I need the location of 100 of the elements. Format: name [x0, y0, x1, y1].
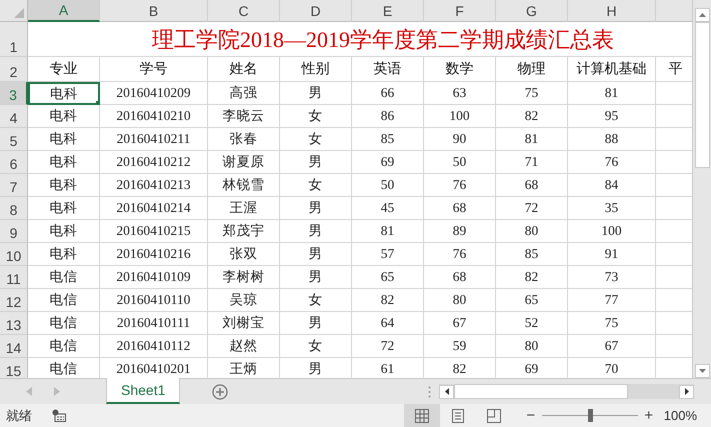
- table-cell: 82: [352, 289, 424, 312]
- scroll-left-button[interactable]: [439, 384, 454, 398]
- table-cell: 电信: [28, 335, 100, 358]
- row-header[interactable]: 2: [0, 57, 28, 82]
- column-heading: 学号: [100, 57, 208, 82]
- table-cell: 女: [280, 289, 352, 312]
- sheet-tab[interactable]: Sheet1: [106, 378, 180, 404]
- table-cell: 90: [424, 128, 496, 151]
- table-cell: 75: [496, 82, 568, 105]
- table-cell: 20160410212: [100, 151, 208, 174]
- row-header[interactable]: 8: [0, 197, 28, 220]
- zoom-slider-thumb[interactable]: [588, 409, 593, 422]
- table-cell: 男: [280, 82, 352, 105]
- column-header[interactable]: E: [352, 0, 424, 22]
- scroll-right-button[interactable]: [679, 384, 694, 398]
- left-triangle-icon: [444, 388, 448, 395]
- row-header[interactable]: 7: [0, 174, 28, 197]
- table-cell: 王渥: [208, 197, 280, 220]
- zoom-level[interactable]: 100%: [664, 408, 697, 423]
- scrollbar-thumb[interactable]: [694, 22, 710, 168]
- table-cell: 65: [352, 266, 424, 289]
- table-cell: 85: [496, 243, 568, 266]
- row-header[interactable]: 5: [0, 128, 28, 151]
- table-cell: 女: [280, 174, 352, 197]
- scroll-up-button[interactable]: [694, 8, 710, 22]
- table-cell: 电科: [28, 174, 100, 197]
- column-heading: 专业: [28, 57, 100, 82]
- table-cell: 81: [496, 128, 568, 151]
- table-cell: 75: [568, 312, 656, 335]
- table-cell: 76: [424, 243, 496, 266]
- table-cell: 20160410215: [100, 220, 208, 243]
- row-header[interactable]: 12: [0, 289, 28, 312]
- table-cell: 男: [280, 312, 352, 335]
- table-cell: 20160410216: [100, 243, 208, 266]
- table-cell: 57: [352, 243, 424, 266]
- table-cell: 80: [496, 335, 568, 358]
- column-heading: 计算机基础: [568, 57, 656, 82]
- table-cell: 男: [280, 220, 352, 243]
- table-cell: 电科: [28, 197, 100, 220]
- table-cell: 88: [568, 128, 656, 151]
- zoom-in-button[interactable]: +: [642, 404, 656, 427]
- row-header[interactable]: 11: [0, 266, 28, 289]
- scroll-down-button[interactable]: [694, 364, 710, 378]
- table-cell: 女: [280, 335, 352, 358]
- table-cell: 84: [568, 174, 656, 197]
- layout-view-icon: [450, 408, 466, 424]
- table-cell: 电科: [28, 82, 100, 105]
- right-triangle-icon: [684, 388, 688, 395]
- table-cell: 刘榭宝: [208, 312, 280, 335]
- row-header[interactable]: 14: [0, 335, 28, 358]
- table-cell: 91: [568, 243, 656, 266]
- row-header[interactable]: 15: [0, 358, 28, 378]
- table-cell: 69: [352, 151, 424, 174]
- table-cell: 82: [496, 105, 568, 128]
- column-heading: 性别: [280, 57, 352, 82]
- row-header[interactable]: 3: [0, 82, 28, 105]
- table-cell: 86: [352, 105, 424, 128]
- column-heading: 数学: [424, 57, 496, 82]
- row-header[interactable]: 9: [0, 220, 28, 243]
- column-header[interactable]: G: [496, 0, 568, 22]
- table-cell: 50: [352, 174, 424, 197]
- table-cell: 89: [424, 220, 496, 243]
- zoom-out-button[interactable]: −: [524, 404, 538, 427]
- table-cell: 67: [424, 312, 496, 335]
- row-header[interactable]: 13: [0, 312, 28, 335]
- table-cell: 81: [568, 82, 656, 105]
- normal-view-button[interactable]: [404, 404, 440, 427]
- table-cell: 张春: [208, 128, 280, 151]
- column-header[interactable]: A: [28, 0, 100, 22]
- table-cell: 李晓云: [208, 105, 280, 128]
- column-header[interactable]: D: [280, 0, 352, 22]
- add-sheet-icon[interactable]: [212, 384, 228, 400]
- table-cell: 68: [496, 174, 568, 197]
- macro-record-icon[interactable]: [52, 409, 66, 422]
- column-header[interactable]: C: [208, 0, 280, 22]
- table-cell: 59: [424, 335, 496, 358]
- column-header[interactable]: B: [100, 0, 208, 22]
- table-cell: 73: [568, 266, 656, 289]
- table-cell: 郑茂宇: [208, 220, 280, 243]
- table-cell: 电科: [28, 128, 100, 151]
- table-cell: 20160410110: [100, 289, 208, 312]
- row-header[interactable]: 6: [0, 151, 28, 174]
- column-header[interactable]: F: [424, 0, 496, 22]
- table-cell: 电科: [28, 220, 100, 243]
- column-header[interactable]: H: [568, 0, 656, 22]
- splitter-icon[interactable]: [428, 386, 431, 398]
- table-cell: 女: [280, 128, 352, 151]
- row-header[interactable]: 4: [0, 105, 28, 128]
- row-header[interactable]: 1: [0, 22, 28, 57]
- table-cell: 35: [568, 197, 656, 220]
- table-cell: 电信: [28, 312, 100, 335]
- row-header[interactable]: 10: [0, 243, 28, 266]
- table-cell: 63: [424, 82, 496, 105]
- scrollbar-thumb[interactable]: [454, 384, 628, 399]
- table-cell: 68: [424, 197, 496, 220]
- column-heading: 姓名: [208, 57, 280, 82]
- status-text: 就绪: [6, 406, 32, 424]
- table-cell: 85: [352, 128, 424, 151]
- table-cell: 45: [352, 197, 424, 220]
- normal-view-icon: [414, 408, 430, 424]
